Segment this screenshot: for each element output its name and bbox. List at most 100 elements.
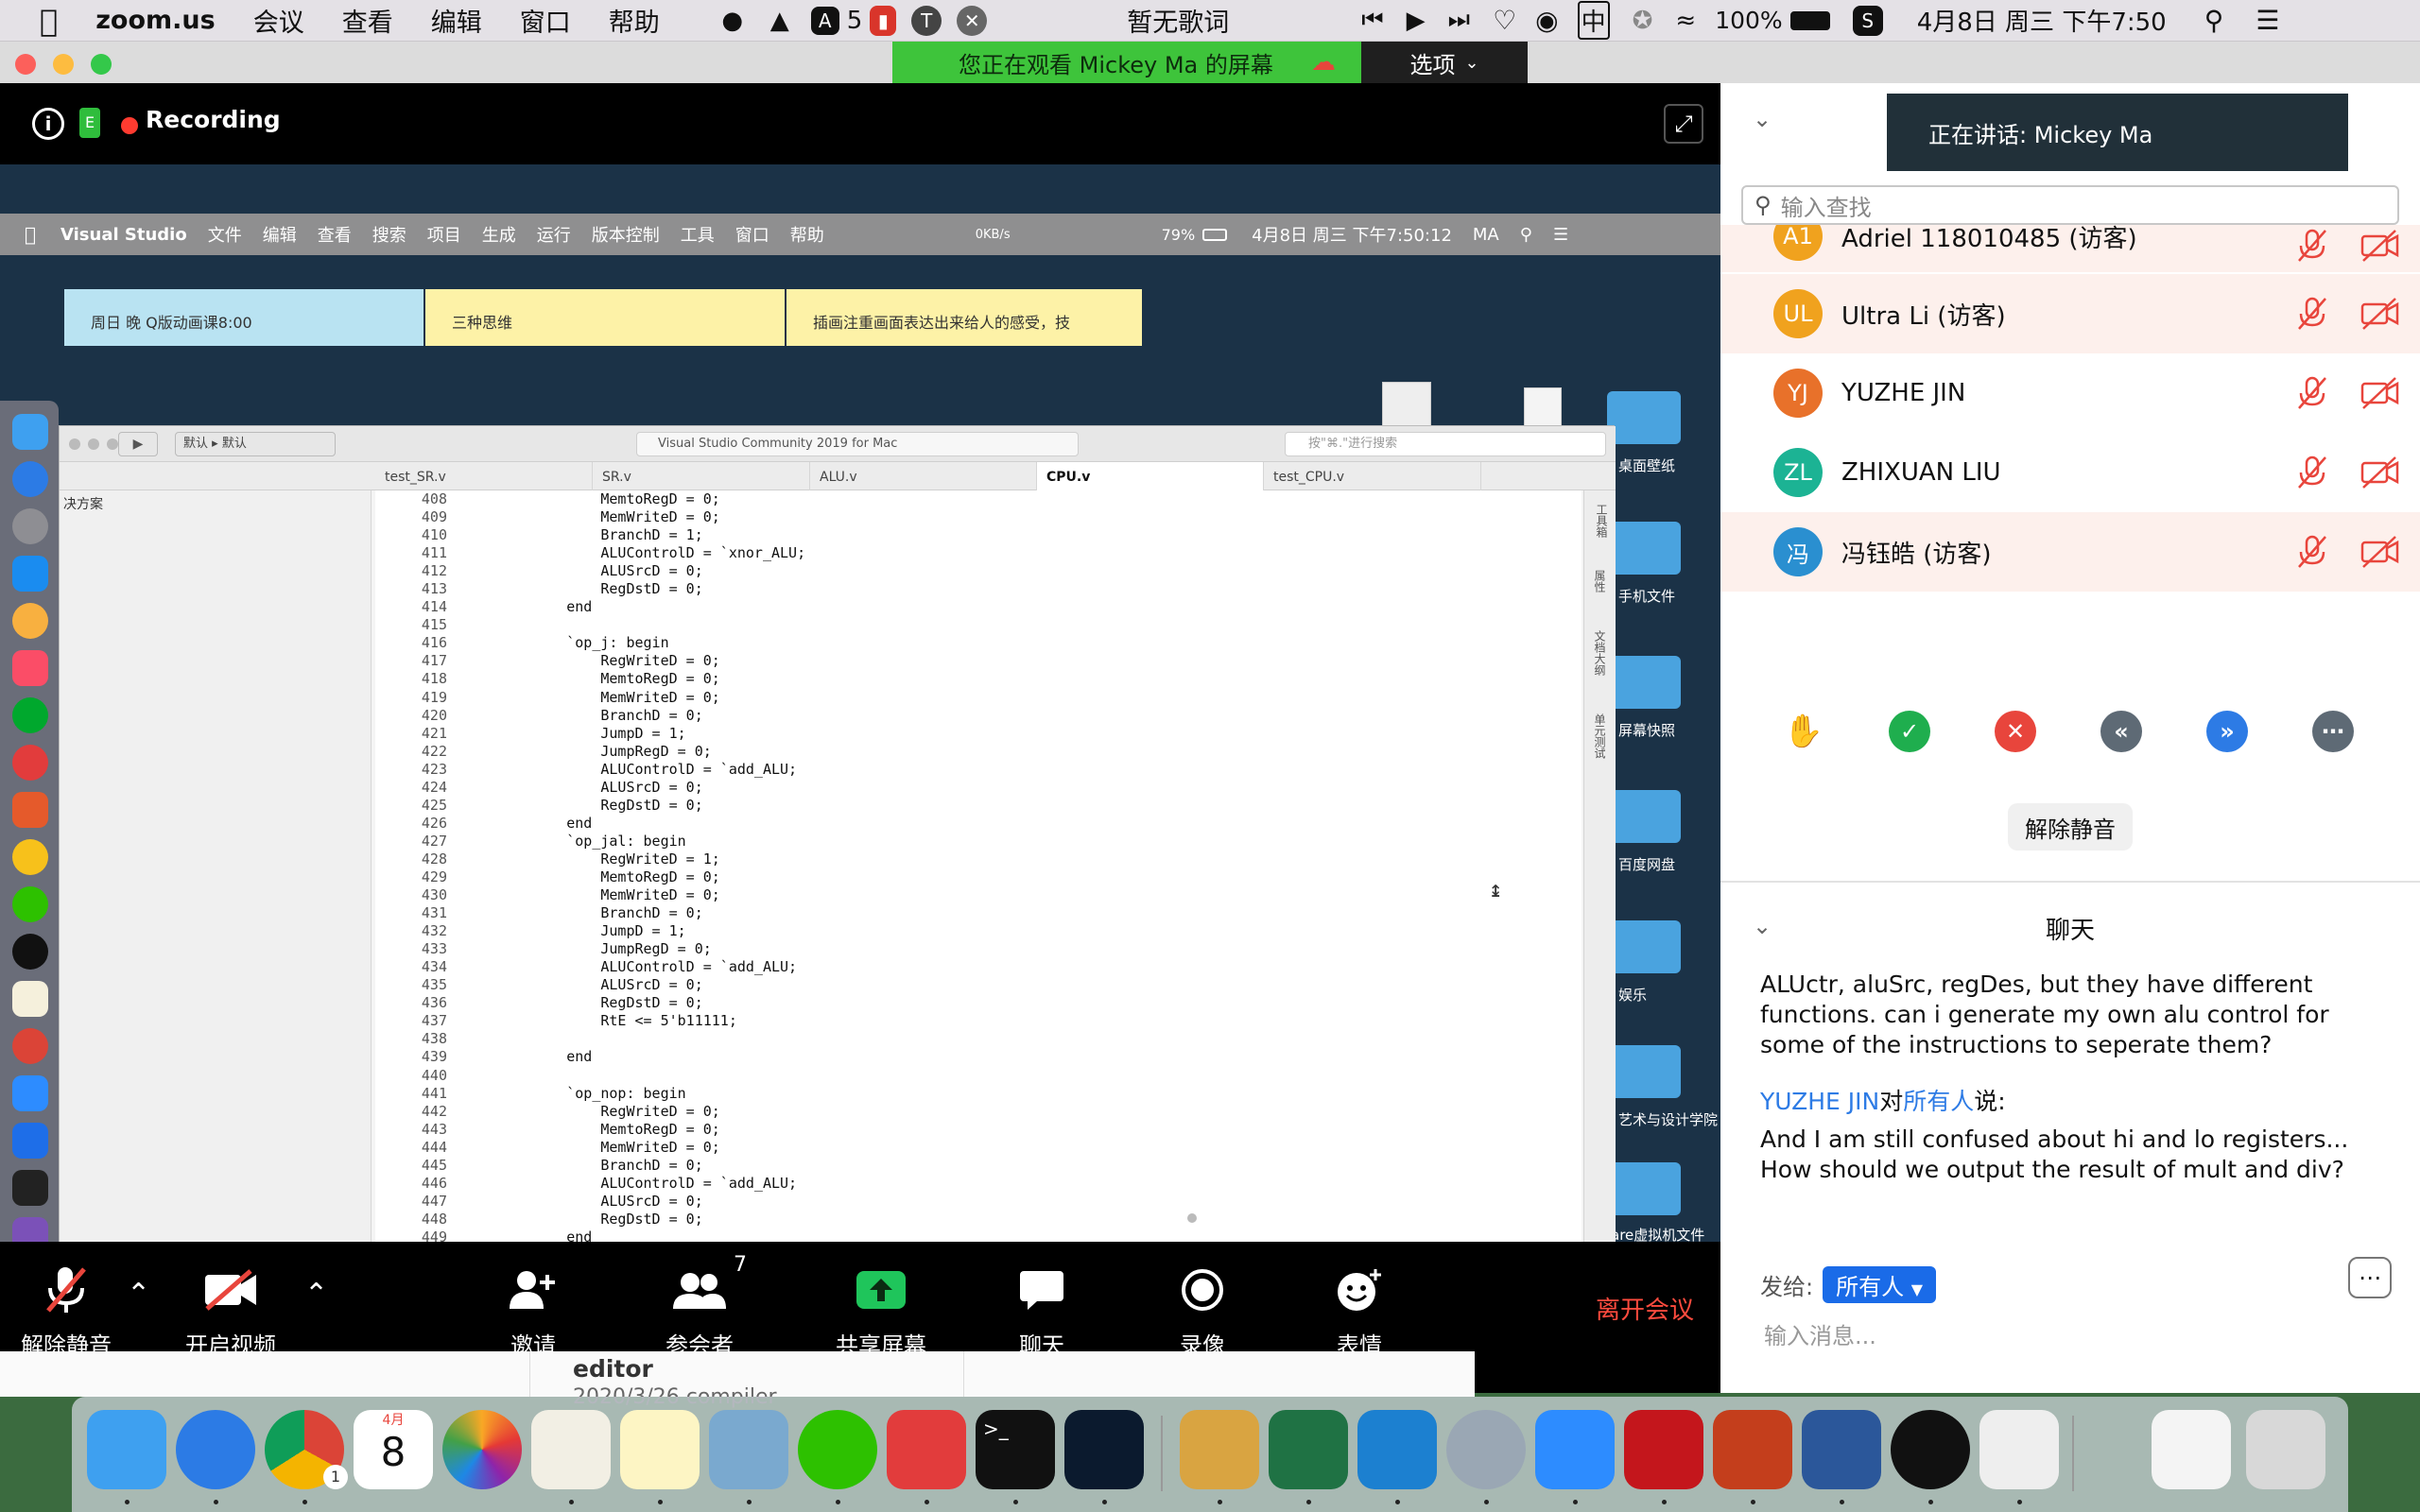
close-window-button[interactable] — [15, 54, 36, 75]
menu-view[interactable]: 查看 — [342, 2, 393, 39]
send-to-select[interactable]: 所有人 ▼ — [1823, 1266, 1937, 1303]
battery-icon[interactable] — [1789, 10, 1830, 30]
adobe-status-icon[interactable]: A — [810, 6, 839, 35]
desktop-folder-label: 百度网盘 — [1618, 856, 1676, 873]
terminal-icon[interactable]: >_ — [976, 1410, 1055, 1504]
encryption-lock-icon[interactable]: E — [79, 108, 100, 138]
participant-row[interactable]: ZL ZHIXUAN LIU — [1720, 433, 2420, 512]
participant-row[interactable]: UL Ultra Li (访客) — [1720, 274, 2420, 353]
notes-icon[interactable] — [620, 1410, 700, 1504]
line-number: 424 — [421, 778, 447, 796]
app-menu[interactable]: zoom.us — [95, 6, 216, 35]
pages-icon[interactable] — [531, 1410, 611, 1504]
chrome-icon[interactable]: 1 — [265, 1410, 348, 1504]
more-options-icon[interactable]: ⋯ — [2312, 711, 2354, 752]
atom-icon[interactable] — [1064, 1410, 1144, 1504]
unmute-self-button[interactable]: 解除静音 — [2008, 803, 2133, 850]
excel-icon[interactable] — [1269, 1410, 1348, 1504]
bluetooth-icon[interactable]: ✪ — [1633, 7, 1653, 35]
participant-row[interactable]: A1 Adriel 118010485 (访客) — [1720, 225, 2420, 272]
vs-tab-active: CPU.v — [1037, 462, 1264, 490]
input-method-icon[interactable]: 中 — [1577, 1, 1610, 40]
menu-meeting[interactable]: 会议 — [253, 2, 304, 39]
go-slower-icon[interactable]: « — [2100, 711, 2142, 752]
pdf-status-icon[interactable]: ▮ — [870, 5, 897, 36]
audio-options-caret-icon[interactable]: ⌃ — [127, 1278, 150, 1311]
meeting-info-icon[interactable]: i — [32, 108, 64, 140]
acrobat-icon[interactable] — [1624, 1410, 1703, 1504]
wechat-status-icon[interactable]: ● — [717, 5, 749, 37]
wifi-icon[interactable]: ≈ — [1675, 7, 1696, 35]
chat-sender[interactable]: YUZHE JIN — [1760, 1088, 1879, 1115]
trash-icon[interactable] — [2246, 1410, 2325, 1489]
preview-icon[interactable] — [709, 1410, 788, 1504]
downloads-stack-icon[interactable] — [2152, 1410, 2231, 1489]
qq-icon[interactable] — [1891, 1410, 1970, 1504]
spotlight-search-icon[interactable]: ⚲ — [2204, 5, 2224, 36]
next-track-icon[interactable]: ⏭ — [1448, 6, 1470, 35]
code-line: end — [498, 1228, 593, 1242]
shared-clock: 4月8日 周三 下午7:50:12 — [1240, 226, 1452, 246]
netease-status-icon[interactable]: ◉ — [1535, 5, 1558, 36]
vs-zoom-button — [107, 438, 118, 450]
vscode-icon[interactable] — [1357, 1410, 1437, 1504]
muted-microphone-icon — [44, 1261, 88, 1319]
collapse-participants-chevron-icon[interactable]: ⌄ — [1753, 106, 1772, 132]
clock[interactable]: 4月8日 周三 下午7:50 — [1917, 3, 2167, 38]
no-cross-icon[interactable]: ✕ — [1995, 711, 2036, 752]
clash-status-icon[interactable]: ✕ — [957, 5, 988, 36]
shared-battery-icon — [1202, 228, 1228, 241]
chat-more-button[interactable]: ⋯ — [2348, 1257, 2392, 1298]
yes-check-icon[interactable]: ✓ — [1889, 711, 1930, 752]
chat-target[interactable]: 所有人 — [1903, 1088, 1974, 1115]
muted-microphone-icon — [2293, 454, 2331, 491]
minimize-window-button[interactable] — [53, 54, 74, 75]
heart-icon[interactable]: ♡ — [1493, 5, 1516, 36]
go-faster-icon[interactable]: » — [2206, 711, 2248, 752]
sogou-status-icon[interactable]: S — [1852, 5, 1883, 36]
participant-row[interactable]: 冯 冯钰皓 (访客) — [1720, 512, 2420, 592]
code-line: ALUControlD = `add_ALU; — [498, 1174, 798, 1192]
fullscreen-window-button[interactable] — [91, 54, 112, 75]
video-options-caret-icon[interactable]: ⌃ — [304, 1278, 328, 1311]
menubar:  zoom.us 会议 查看 编辑 窗口 帮助 ● ▲ A 5 ▮ T ✕ 暂… — [0, 0, 2420, 42]
archive-utility-icon[interactable] — [1180, 1410, 1259, 1504]
more-dots-icon: ⋯ — [2359, 1264, 2381, 1291]
participant-search-input[interactable]: ⚲ 输入查找 — [1741, 185, 2399, 225]
network-app-icon[interactable] — [1446, 1410, 1526, 1504]
previous-track-icon[interactable]: ⏮ — [1361, 6, 1383, 35]
play-icon[interactable]: ▶ — [1407, 7, 1426, 35]
chat-message-input[interactable]: 输入消息... — [1764, 1317, 1876, 1350]
textedit-icon[interactable] — [1979, 1410, 2059, 1504]
fullscreen-icon[interactable]: ⤢ — [1664, 104, 1703, 144]
vs-tab: ALU.v — [810, 462, 1037, 490]
powerpoint-icon[interactable] — [1713, 1410, 1792, 1504]
raise-hand-icon[interactable]: ✋ — [1783, 711, 1824, 752]
leave-meeting-button[interactable]: 离开会议 — [1569, 1291, 1720, 1326]
zoom-icon[interactable] — [1535, 1410, 1615, 1504]
battery-percent[interactable]: 100% — [1715, 7, 1782, 34]
safari-icon[interactable] — [176, 1410, 255, 1504]
participant-row[interactable]: YJ YUZHE JIN — [1720, 353, 2420, 433]
wechat-icon[interactable] — [798, 1410, 877, 1504]
view-options-button[interactable]: 选项 ⌄ — [1361, 42, 1528, 83]
recording-label[interactable]: Recording — [146, 106, 281, 133]
menu-window[interactable]: 窗口 — [520, 2, 571, 39]
netease-music-icon[interactable] — [887, 1410, 966, 1504]
word-icon[interactable] — [1802, 1410, 1881, 1504]
adobe-badge-count: 5 — [847, 7, 863, 35]
qq-icon — [12, 934, 48, 970]
qq-status-icon[interactable]: ▲ — [764, 5, 796, 37]
lyrics-text[interactable]: 暂无歌词 — [1127, 2, 1229, 39]
notification-center-icon[interactable]: ☰ — [2256, 5, 2279, 36]
apple-menu-icon[interactable]:  — [40, 3, 58, 39]
shared-menu-run: 运行 — [525, 226, 571, 246]
menu-help[interactable]: 帮助 — [609, 2, 660, 39]
calendar-icon[interactable]: 4月 8 — [354, 1410, 433, 1489]
finder-icon[interactable] — [87, 1410, 166, 1504]
menu-edit[interactable]: 编辑 — [431, 2, 482, 39]
photos-icon[interactable] — [442, 1410, 522, 1489]
typora-status-icon[interactable]: T — [911, 5, 942, 36]
recording-dot-icon — [121, 117, 138, 134]
